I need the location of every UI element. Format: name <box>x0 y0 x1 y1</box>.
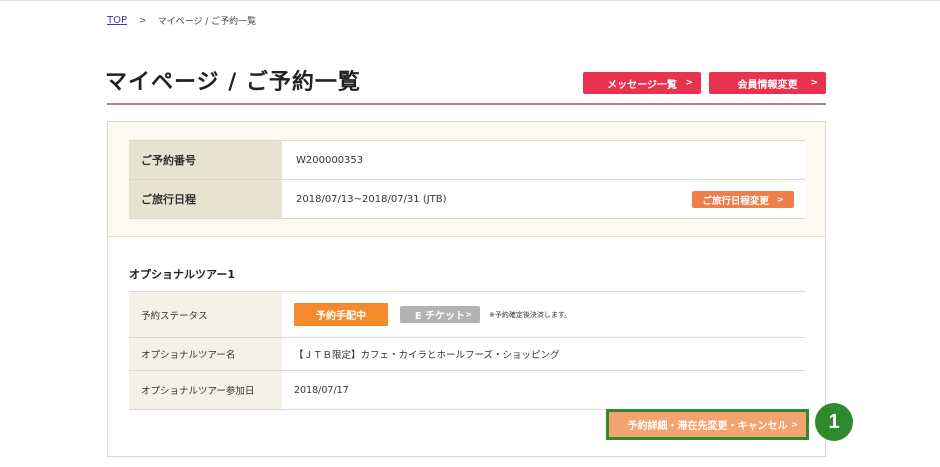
reservation-summary-table: ご予約番号 W200000353 ご旅行日程 2018/07/13~2018/0… <box>129 140 805 219</box>
reservation-summary-area: ご予約番号 W200000353 ご旅行日程 2018/07/13~2018/0… <box>108 122 825 237</box>
tour-status-cell: 予約手配中 E チケット > ※予約確定後決済します。 <box>282 292 805 337</box>
messages-button-label: メッセージ一覧 <box>607 79 677 91</box>
chevron-right-icon: > <box>685 78 693 88</box>
tour-row-date: オプショナルツアー参加日 2018/07/17 <box>129 371 805 410</box>
tour-row-status: 予約ステータス 予約手配中 E チケット > ※予約確定後決済します。 <box>129 292 805 338</box>
change-travel-dates-button[interactable]: ご旅行日程変更 > <box>692 191 794 208</box>
chevron-right-icon: > <box>776 195 784 204</box>
tour-label: 予約ステータス <box>129 292 282 337</box>
breadcrumb-top-link[interactable]: TOP <box>107 15 127 26</box>
chevron-right-icon: > <box>791 420 798 429</box>
summary-label: ご旅行日程 <box>129 180 282 218</box>
chevron-right-icon: > <box>810 78 818 88</box>
eticket-button[interactable]: E チケット > <box>400 306 480 323</box>
tour-row-name: オプショナルツアー名 【ＪＴＢ限定】カフェ・カイラとホールフーズ・ショッピング <box>129 338 805 371</box>
tour-date-value: 2018/07/17 <box>282 371 805 409</box>
member-info-button[interactable]: 会員情報変更 > <box>709 72 826 94</box>
summary-row-reservation-number: ご予約番号 W200000353 <box>129 141 805 180</box>
breadcrumb: TOP > マイページ / ご予約一覧 <box>107 14 256 27</box>
detail-button-highlight: 予約詳細・滞在先変更・キャンセル > <box>606 409 809 440</box>
messages-button[interactable]: メッセージ一覧 > <box>583 72 701 94</box>
title-divider <box>107 103 826 105</box>
change-travel-dates-label: ご旅行日程変更 <box>702 195 769 207</box>
eticket-button-label: E チケット <box>414 311 466 322</box>
reservation-detail-button[interactable]: 予約詳細・滞在先変更・キャンセル > <box>609 412 806 437</box>
tour-name-value: 【ＪＴＢ限定】カフェ・カイラとホールフーズ・ショッピング <box>282 338 805 370</box>
summary-row-travel-dates: ご旅行日程 2018/07/13~2018/07/31 (JTB) ご旅行日程変… <box>129 180 805 219</box>
travel-dates-value: 2018/07/13~2018/07/31 (JTB) <box>296 193 447 205</box>
reservation-number-value: W200000353 <box>282 141 805 179</box>
breadcrumb-current: マイページ / ご予約一覧 <box>157 17 257 27</box>
eticket-note: ※予約確定後決済します。 <box>489 310 572 319</box>
page-title: マイページ / ご予約一覧 <box>105 70 361 95</box>
travel-dates-cell: 2018/07/13~2018/07/31 (JTB) ご旅行日程変更 > <box>282 180 805 218</box>
optional-tour-table: 予約ステータス 予約手配中 E チケット > ※予約確定後決済します。 オプショ… <box>129 291 805 410</box>
top-divider <box>0 0 940 1</box>
reservation-panel: ご予約番号 W200000353 ご旅行日程 2018/07/13~2018/0… <box>107 121 826 457</box>
status-badge: 予約手配中 <box>294 303 388 326</box>
tour-label: オプショナルツアー名 <box>129 338 282 370</box>
tour-label: オプショナルツアー参加日 <box>129 371 282 409</box>
summary-label: ご予約番号 <box>129 141 282 179</box>
optional-tour-title: オプショナルツアー1 <box>129 268 235 281</box>
chevron-right-icon: > <box>465 310 472 319</box>
member-info-button-label: 会員情報変更 <box>737 79 798 91</box>
reservation-detail-label: 予約詳細・滞在先変更・キャンセル <box>627 421 788 432</box>
breadcrumb-separator-icon: > <box>139 15 147 26</box>
step-marker-badge: 1 <box>815 403 853 441</box>
